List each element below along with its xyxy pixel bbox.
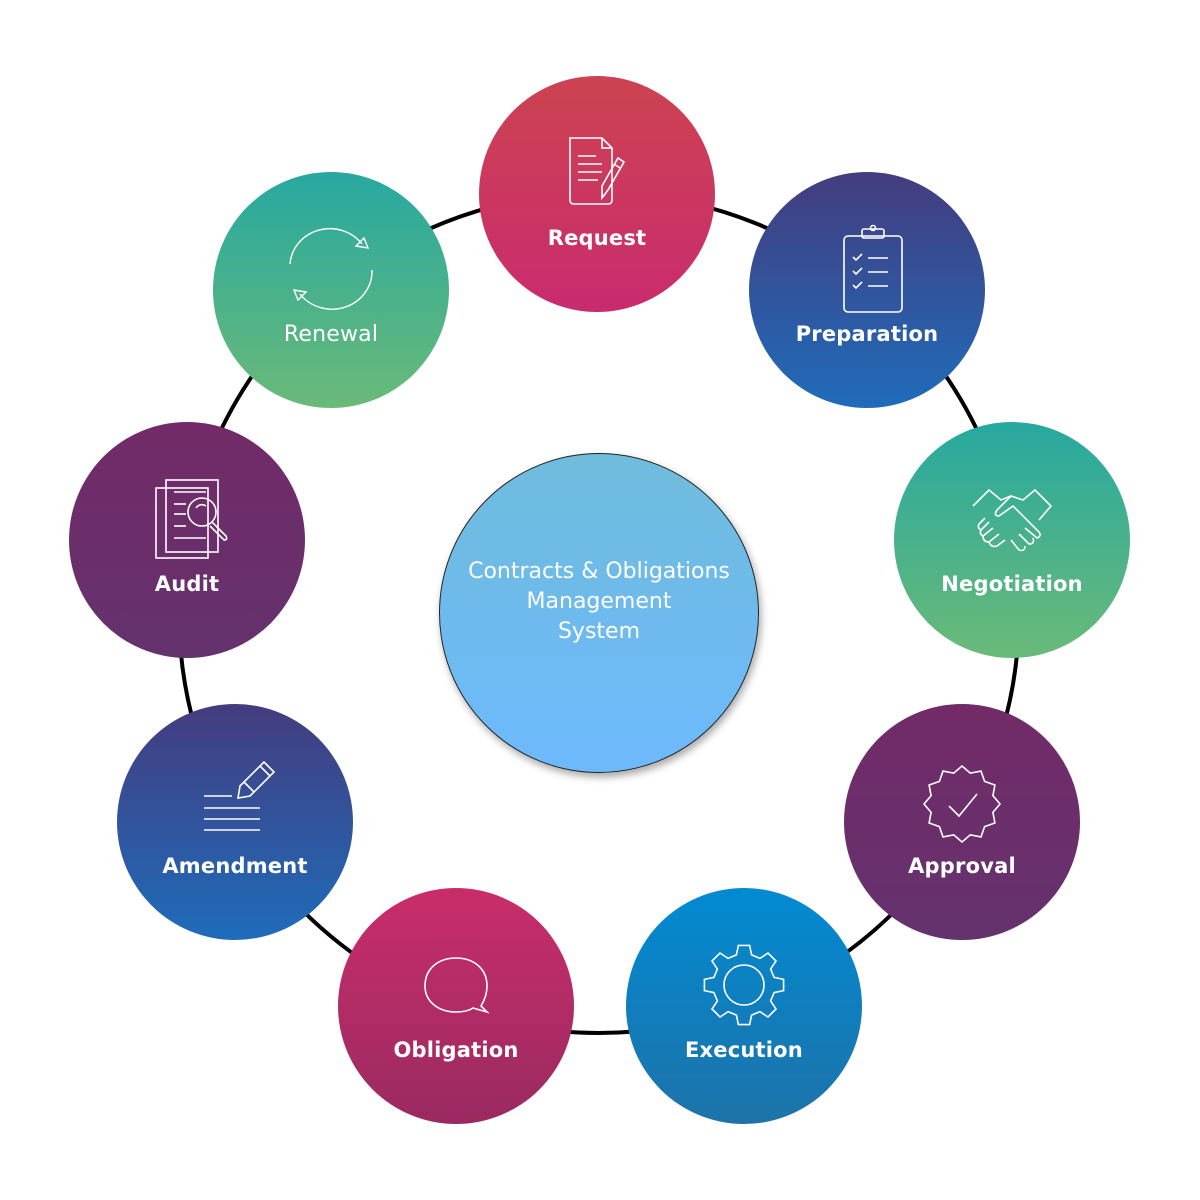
stage-negotiation: Negotiation [894, 422, 1130, 658]
document-search-icon [155, 479, 228, 559]
stage-label: Preparation [795, 322, 939, 346]
stage-label: Amendment [162, 854, 308, 878]
refresh-cycle-icon [289, 227, 373, 310]
document-pen-icon [569, 137, 626, 205]
stage-obligation: Obligation [338, 888, 574, 1124]
stage-label: Obligation [393, 1038, 519, 1062]
stage-label: Approval [908, 854, 1016, 878]
center-title-line: Contracts & Obligations [468, 559, 730, 584]
speech-bubble-icon [424, 957, 490, 1014]
stage-approval: Approval [844, 704, 1080, 940]
center-title-line: System [557, 619, 641, 644]
lifecycle-diagram: Contracts & Obligations Management Syste… [0, 0, 1200, 1200]
clipboard-checklist-icon [843, 224, 903, 313]
stage-label: Request [547, 226, 647, 250]
stage-audit: Audit [69, 422, 305, 658]
stage-amendment: Amendment [117, 704, 353, 940]
center-title-line: Management [526, 589, 672, 614]
badge-check-icon [922, 764, 1002, 844]
stage-execution: Execution [626, 888, 862, 1124]
handshake-icon [972, 488, 1053, 552]
gear-icon [703, 944, 785, 1026]
pencil-lines-icon [204, 760, 276, 831]
stage-renewal: Renewal [213, 172, 449, 408]
stage-label: Renewal [283, 322, 379, 347]
center-title: Contracts & Obligations Management Syste… [449, 557, 749, 647]
center-hub: Contracts & Obligations Management Syste… [439, 453, 759, 773]
stage-label: Audit [154, 572, 220, 596]
stage-label: Negotiation [941, 572, 1083, 596]
stage-request: Request [479, 76, 715, 312]
stage-label: Execution [685, 1038, 803, 1062]
stage-preparation: Preparation [749, 172, 985, 408]
